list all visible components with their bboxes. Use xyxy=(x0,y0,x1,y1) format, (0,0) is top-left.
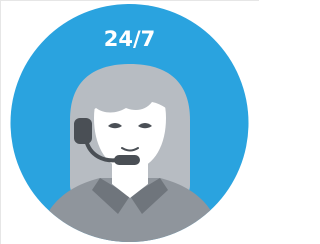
support-24-7-graphic: 24/7 xyxy=(0,0,259,244)
headset-earpiece xyxy=(74,118,92,144)
customer-support-agent-icon: 24/7 xyxy=(10,4,249,242)
headset-mic xyxy=(114,155,140,165)
badge-24-7-label: 24/7 xyxy=(104,27,156,51)
